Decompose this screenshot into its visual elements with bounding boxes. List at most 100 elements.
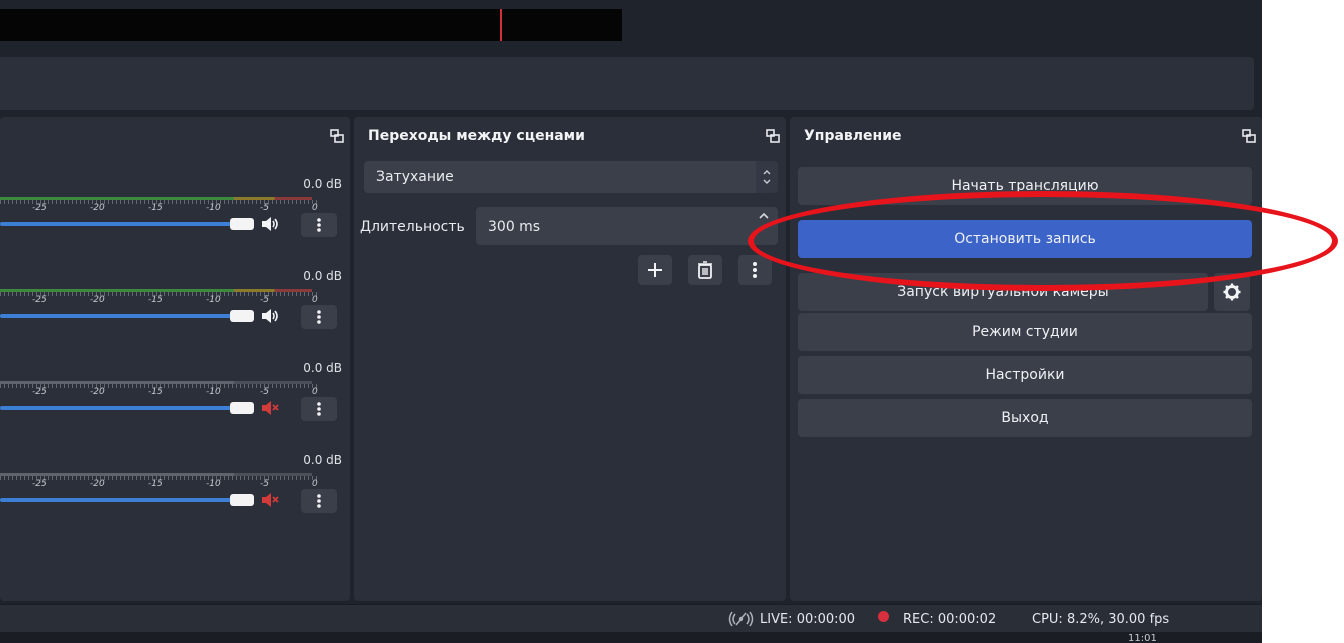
add-transition-button[interactable] (638, 255, 672, 285)
preview-area (0, 0, 1262, 50)
meter-tick-label: 0 (312, 479, 318, 489)
muted-volume-icon[interactable] (260, 399, 280, 417)
audio-mixer-dock: 0.0 dB -25 -20 -15 -10 -5 0 0.0 dB -25 -20 -15 -10-… (0, 117, 350, 601)
mixer-track: 0.0 dB -25 -20 -15 -10 -5 0 (0, 441, 350, 533)
duration-spinbox[interactable]: 300 ms (476, 207, 778, 245)
exit-button[interactable]: Выход (798, 399, 1252, 437)
track-menu-button[interactable] (301, 489, 337, 513)
dock-header (0, 117, 350, 157)
rec-timer: REC: 00:00:02 (903, 612, 997, 627)
meter-tick-label: 0 (312, 387, 318, 397)
muted-volume-icon[interactable] (260, 491, 280, 509)
meter-ticks: -25 -20 -15 -10 -5 0 (0, 478, 320, 490)
volume-db-label: 0.0 dB (303, 361, 342, 375)
meter-tick-label: -25 (32, 203, 47, 213)
undock-icon[interactable] (766, 129, 780, 143)
volume-icon[interactable] (260, 307, 280, 325)
remove-transition-button[interactable] (688, 255, 722, 285)
controls-dock: Управление Начать трансляцию Остановить … (790, 117, 1262, 601)
kebab-menu-icon (753, 262, 757, 278)
meter-ticks: -25 -20 -15 -10 -5 0 (0, 294, 320, 306)
volume-db-label: 0.0 dB (303, 453, 342, 467)
volume-slider[interactable] (0, 498, 232, 502)
meter-tick-label: 0 (312, 295, 318, 305)
undock-icon[interactable] (1242, 129, 1256, 143)
meter-tick-label: -5 (260, 295, 269, 305)
volume-slider-handle[interactable] (230, 402, 254, 414)
kebab-menu-icon (317, 494, 321, 508)
meter-tick-label: -10 (206, 295, 221, 305)
meter-ticks: -25 -20 -15 -10 -5 0 (0, 202, 320, 214)
volume-db-label: 0.0 dB (303, 269, 342, 283)
duration-label: Длительность (360, 219, 465, 235)
volume-icon[interactable] (260, 215, 280, 233)
track-menu-button[interactable] (301, 213, 337, 237)
stop-recording-button[interactable]: Остановить запись (798, 220, 1252, 258)
trash-icon (698, 261, 712, 279)
volume-slider-handle[interactable] (230, 494, 254, 506)
meter-tick-label: -10 (206, 479, 221, 489)
meter-tick-label: -25 (32, 479, 47, 489)
volume-slider-handle[interactable] (230, 218, 254, 230)
track-menu-button[interactable] (301, 305, 337, 329)
meter-tick-label: -5 (260, 479, 269, 489)
meter-tick-label: -25 (32, 295, 47, 305)
select-arrows-icon[interactable] (756, 161, 778, 193)
transition-select-value: Затухание (376, 169, 454, 185)
meter-ticks: -25 -20 -15 -10 -5 0 (0, 386, 320, 398)
transition-properties-button[interactable] (738, 255, 772, 285)
kebab-menu-icon (317, 218, 321, 232)
meter-tick-label: 0 (312, 203, 318, 213)
track-menu-button[interactable] (301, 397, 337, 421)
meter-tick-label: -20 (90, 479, 105, 489)
meter-tick-label: -5 (260, 203, 269, 213)
plus-icon (648, 263, 662, 277)
meter-tick-label: -10 (206, 203, 221, 213)
undock-icon[interactable] (330, 129, 344, 143)
kebab-menu-icon (317, 402, 321, 416)
meter-tick-label: -15 (148, 295, 163, 305)
live-signal-icon (728, 611, 754, 627)
preview-marker (500, 9, 502, 41)
kebab-menu-icon (317, 310, 321, 324)
meter-tick-label: -20 (90, 387, 105, 397)
meter-tick-label: -20 (90, 203, 105, 213)
preview-canvas (0, 9, 622, 41)
mixer-track: 0.0 dB -25 -20 -15 -10 -5 0 (0, 165, 350, 257)
volume-slider[interactable] (0, 314, 232, 318)
mixer-track: 0.0 dB -25 -20 -15 -10 -5 0 (0, 257, 350, 349)
meter-tick-label: -20 (90, 295, 105, 305)
meter-tick-label: -15 (148, 479, 163, 489)
meter-tick-label: -5 (260, 387, 269, 397)
clock: 11:01 (1128, 633, 1157, 643)
cpu-fps-readout: CPU: 8.2%, 30.00 fps (1032, 612, 1170, 627)
volume-db-label: 0.0 dB (303, 177, 342, 191)
taskbar-strip (0, 632, 1262, 643)
duration-value: 300 ms (488, 219, 541, 235)
volume-slider[interactable] (0, 406, 232, 410)
volume-slider[interactable] (0, 222, 232, 226)
dock-title: Переходы между сценами (368, 128, 585, 144)
live-timer: LIVE: 00:00:00 (760, 612, 856, 627)
meter-tick-label: -25 (32, 387, 47, 397)
studio-mode-button[interactable]: Режим студии (798, 313, 1252, 351)
dock-title: Управление (804, 128, 902, 144)
record-dot-icon (878, 611, 889, 622)
volume-slider-handle[interactable] (230, 310, 254, 322)
obs-window: 0.0 dB -25 -20 -15 -10 -5 0 0.0 dB -25 -20 -15 -10-… (0, 0, 1262, 643)
dock-header: Управление (790, 117, 1262, 157)
start-streaming-button[interactable]: Начать трансляцию (798, 167, 1252, 205)
scenes-toolbar-panel (0, 57, 1254, 110)
virtual-camera-settings-button[interactable] (1214, 273, 1250, 311)
meter-tick-label: -15 (148, 203, 163, 213)
transition-select[interactable]: Затухание (364, 161, 778, 193)
chevron-up-icon[interactable] (758, 211, 770, 221)
meter-tick-label: -15 (148, 387, 163, 397)
status-bar: LIVE: 00:00:00 REC: 00:00:02 CPU: 8.2%, … (0, 604, 1262, 633)
start-virtual-camera-button[interactable]: Запуск виртуальной камеры (798, 273, 1208, 311)
scene-transitions-dock: Переходы между сценами Затухание Длитель… (354, 117, 786, 601)
mixer-track: 0.0 dB -25 -20 -15 -10 -5 0 (0, 349, 350, 441)
gear-icon (1223, 283, 1241, 301)
settings-button[interactable]: Настройки (798, 356, 1252, 394)
dock-header: Переходы между сценами (354, 117, 786, 157)
